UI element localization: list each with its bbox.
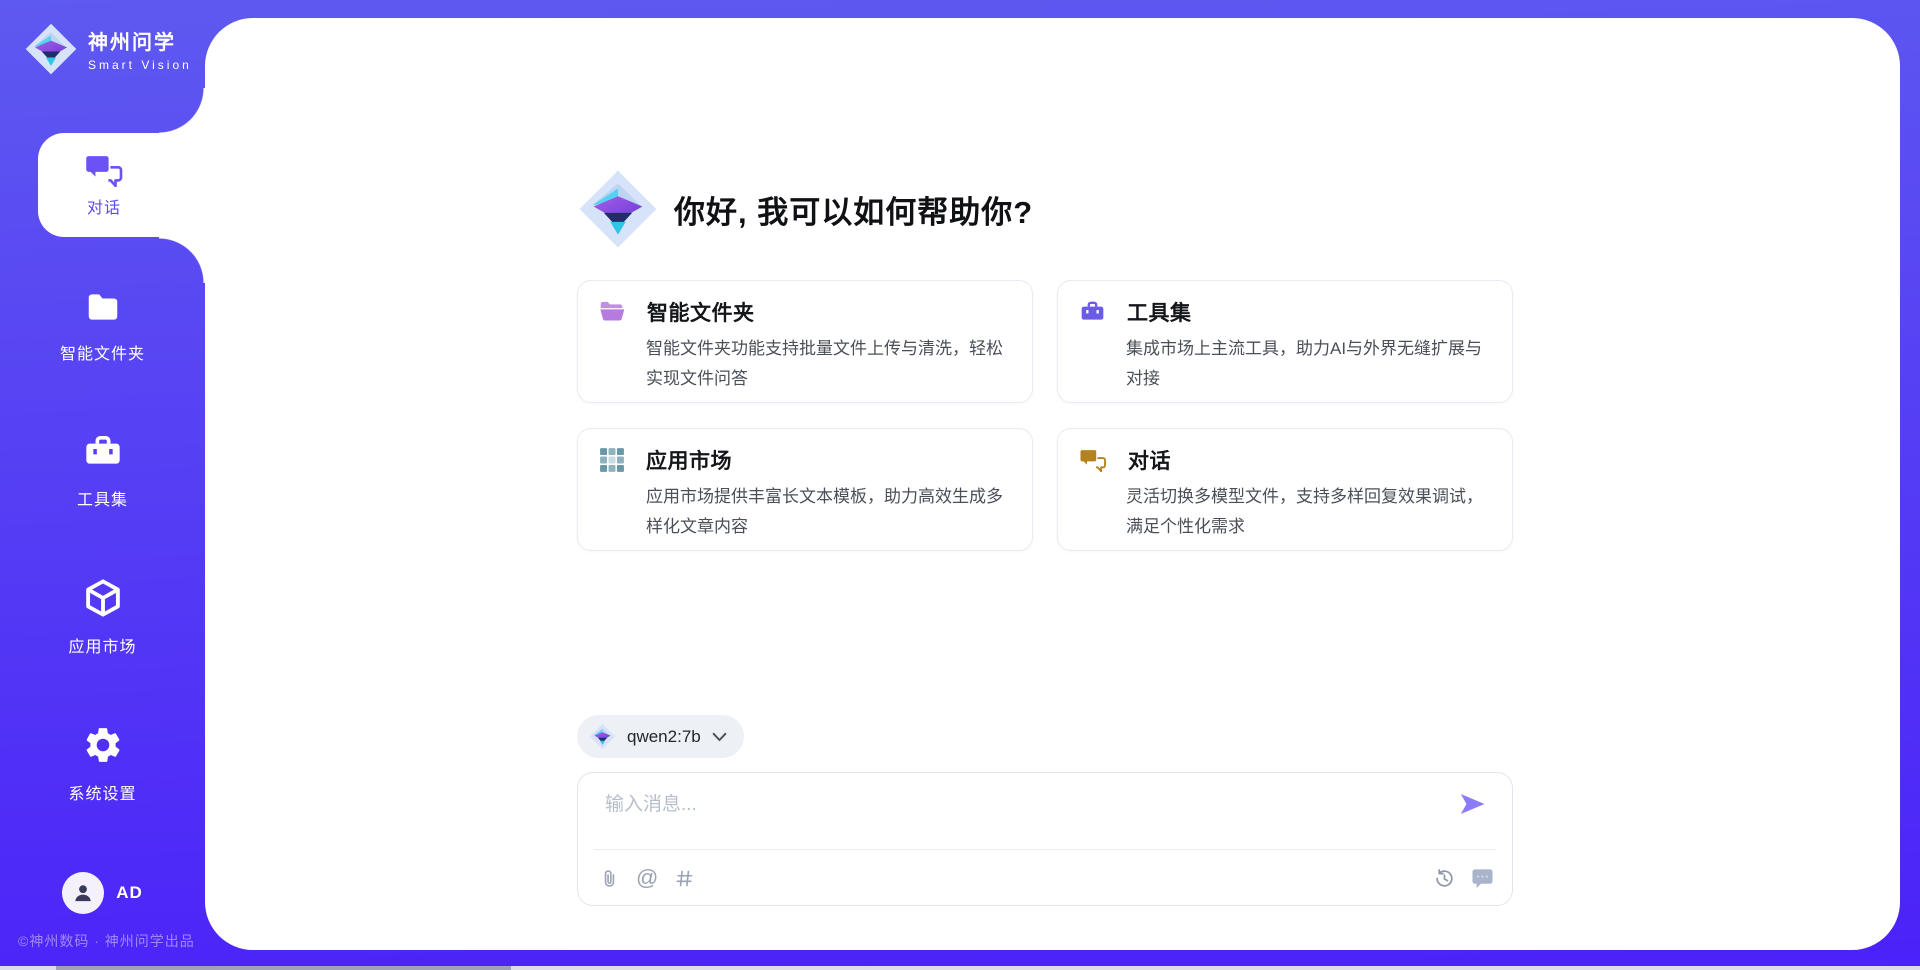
user-account[interactable]: AD xyxy=(0,872,205,914)
card-smart-folder[interactable]: 智能文件夹 智能文件夹功能支持批量文件上传与清洗，轻松实现文件问答 xyxy=(577,280,1033,403)
card-title: 应用市场 xyxy=(646,445,732,475)
history-icon[interactable] xyxy=(1433,867,1455,889)
sidebar-item-label: 对话 xyxy=(87,194,121,218)
toolbox-icon xyxy=(1079,299,1106,325)
hashtag-icon[interactable] xyxy=(675,869,694,888)
sidebar-item-label: 应用市场 xyxy=(0,633,205,657)
sidebar-item-settings[interactable]: 系统设置 xyxy=(0,724,205,804)
toolbox-icon xyxy=(82,432,124,472)
chat-bubbles-icon xyxy=(84,153,124,187)
card-title: 智能文件夹 xyxy=(647,297,755,327)
horizontal-scrollbar-thumb[interactable] xyxy=(56,966,511,970)
card-description: 集成市场上主流工具，助力AI与外界无缝扩展与对接 xyxy=(1126,334,1488,394)
greeting-title: 你好, 我可以如何帮助你? xyxy=(674,187,1033,232)
brand-subtitle: Smart Vision xyxy=(88,58,192,72)
app-grid-icon xyxy=(599,447,625,473)
app-logo: 神州问学 Smart Vision xyxy=(24,22,192,76)
avatar xyxy=(62,872,104,914)
chevron-down-icon xyxy=(712,732,727,742)
gear-icon xyxy=(82,724,124,766)
attach-icon[interactable] xyxy=(600,868,619,889)
cube-icon xyxy=(82,577,124,619)
brand-name: 神州问学 xyxy=(88,26,192,55)
sidebar-item-toolset[interactable]: 工具集 xyxy=(0,432,205,510)
folder-icon xyxy=(82,288,124,326)
card-app-market[interactable]: 应用市场 应用市场提供丰富长文本模板，助力高效生成多样化文章内容 xyxy=(577,428,1033,551)
model-gem-icon xyxy=(589,723,616,750)
chat-bubbles-icon xyxy=(1079,448,1107,472)
card-description: 应用市场提供丰富长文本模板，助力高效生成多样化文章内容 xyxy=(646,482,1008,542)
sidebar-item-app-market[interactable]: 应用市场 xyxy=(0,577,205,657)
chat-bubble-icon[interactable] xyxy=(1471,868,1494,889)
sidebar-item-label: 智能文件夹 xyxy=(0,340,205,364)
folder-open-icon xyxy=(599,300,626,324)
mention-icon[interactable]: @ xyxy=(636,867,658,889)
card-description: 灵活切换多模型文件，支持多样回复效果调试，满足个性化需求 xyxy=(1126,482,1488,542)
send-icon[interactable] xyxy=(1457,789,1487,819)
greeting-block: 你好, 我可以如何帮助你? xyxy=(577,168,1033,250)
brand-gem-icon xyxy=(24,22,78,76)
tab-fillet-bottom xyxy=(159,237,205,283)
card-title: 工具集 xyxy=(1127,297,1192,327)
feature-cards: 智能文件夹 智能文件夹功能支持批量文件上传与清洗，轻松实现文件问答 工具集 集成… xyxy=(577,280,1513,551)
main-content-area: 你好, 我可以如何帮助你? 智能文件夹 智能文件夹功能支持批量文件上传与清洗，轻… xyxy=(205,18,1900,950)
card-description: 智能文件夹功能支持批量文件上传与清洗，轻松实现文件问答 xyxy=(646,334,1008,394)
card-chat[interactable]: 对话 灵活切换多模型文件，支持多样回复效果调试，满足个性化需求 xyxy=(1057,428,1513,551)
message-composer: @ xyxy=(577,772,1513,906)
brand-gem-icon xyxy=(577,168,659,250)
sidebar-item-chat[interactable]: 对话 xyxy=(38,133,220,237)
sidebar-item-label: 系统设置 xyxy=(0,780,205,804)
model-name: qwen2:7b xyxy=(627,727,701,747)
model-selector[interactable]: qwen2:7b xyxy=(577,715,744,758)
tab-fillet-top xyxy=(159,88,205,134)
card-toolset[interactable]: 工具集 集成市场上主流工具，助力AI与外界无缝扩展与对接 xyxy=(1057,280,1513,403)
card-title: 对话 xyxy=(1128,445,1171,475)
user-initials: AD xyxy=(116,883,143,903)
message-input[interactable] xyxy=(605,789,1445,841)
sidebar-item-label: 工具集 xyxy=(0,486,205,510)
sidebar-item-smart-folder[interactable]: 智能文件夹 xyxy=(0,288,205,364)
copyright-text: ©神州数码 · 神州问学出品 xyxy=(18,931,195,951)
